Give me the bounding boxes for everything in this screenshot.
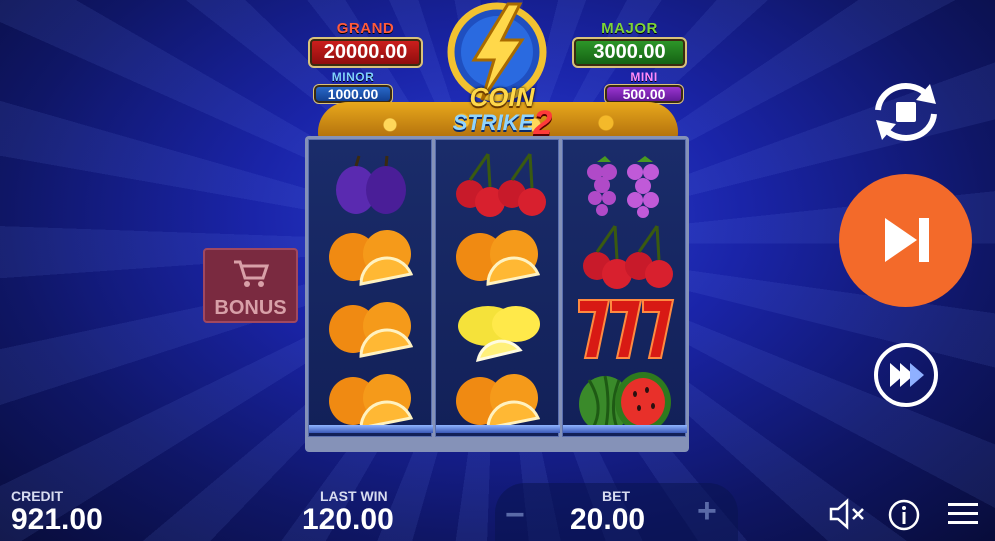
sound-muted-icon[interactable]	[828, 498, 866, 530]
jackpot-grand-value: 20000.00	[308, 37, 423, 68]
bonus-label: BONUS	[214, 297, 287, 319]
logo-subtitle-text: STRIKE	[452, 110, 534, 135]
seven-icon	[578, 299, 675, 359]
lemon-icon	[458, 306, 540, 363]
logo-subtitle: STRIKE2	[430, 106, 575, 140]
grapes-icon	[587, 156, 659, 218]
credit-value: 921.00	[11, 503, 103, 536]
jackpot-major-label: MAJOR	[601, 20, 658, 37]
jackpot-minor-label: MINOR	[331, 70, 375, 84]
reel-3-bar	[563, 425, 687, 433]
jackpot-mini-value: 500.00	[604, 84, 684, 104]
cart-icon	[233, 260, 269, 287]
reel-2-bar	[436, 425, 560, 433]
skip-forward-icon	[885, 218, 929, 262]
credit-label: CREDIT	[11, 488, 64, 504]
last-win-value: 120.00	[302, 503, 394, 536]
jackpot-grand: GRAND 20000.00	[308, 20, 423, 68]
jackpot-major-value: 3000.00	[572, 37, 687, 68]
turbo-button[interactable]	[874, 343, 938, 407]
jackpot-major: MAJOR 3000.00	[572, 20, 687, 68]
bet-decrease-button[interactable]: −	[505, 496, 525, 535]
reel-1	[308, 139, 433, 437]
reel-2	[435, 139, 560, 437]
orange-icon	[456, 230, 541, 286]
menu-icon[interactable]	[946, 500, 980, 528]
bet-label: BET	[602, 488, 630, 504]
bonus-buy-button[interactable]: BONUS	[203, 248, 298, 323]
reel-frame	[305, 136, 689, 452]
spin-button[interactable]	[839, 174, 972, 307]
bet-value: 20.00	[570, 503, 646, 536]
autoplay-button[interactable]	[868, 80, 944, 144]
orange-icon	[329, 302, 414, 358]
cherry-icon	[456, 153, 546, 217]
reel-3	[562, 139, 687, 437]
last-win-label: LAST WIN	[320, 488, 388, 504]
fast-forward-icon	[890, 363, 924, 387]
info-icon[interactable]	[887, 498, 921, 532]
jackpot-mini-label: MINI	[630, 70, 658, 84]
reel-1-bar	[309, 425, 433, 433]
jackpot-mini: MINI 500.00	[604, 70, 684, 104]
bet-increase-button[interactable]: +	[697, 492, 717, 531]
cherry-icon	[583, 225, 673, 289]
jackpot-minor: MINOR 1000.00	[313, 70, 393, 104]
orange-icon	[329, 230, 414, 286]
jackpot-minor-value: 1000.00	[313, 84, 393, 104]
jackpot-grand-label: GRAND	[336, 20, 395, 37]
plum-icon	[336, 155, 406, 214]
